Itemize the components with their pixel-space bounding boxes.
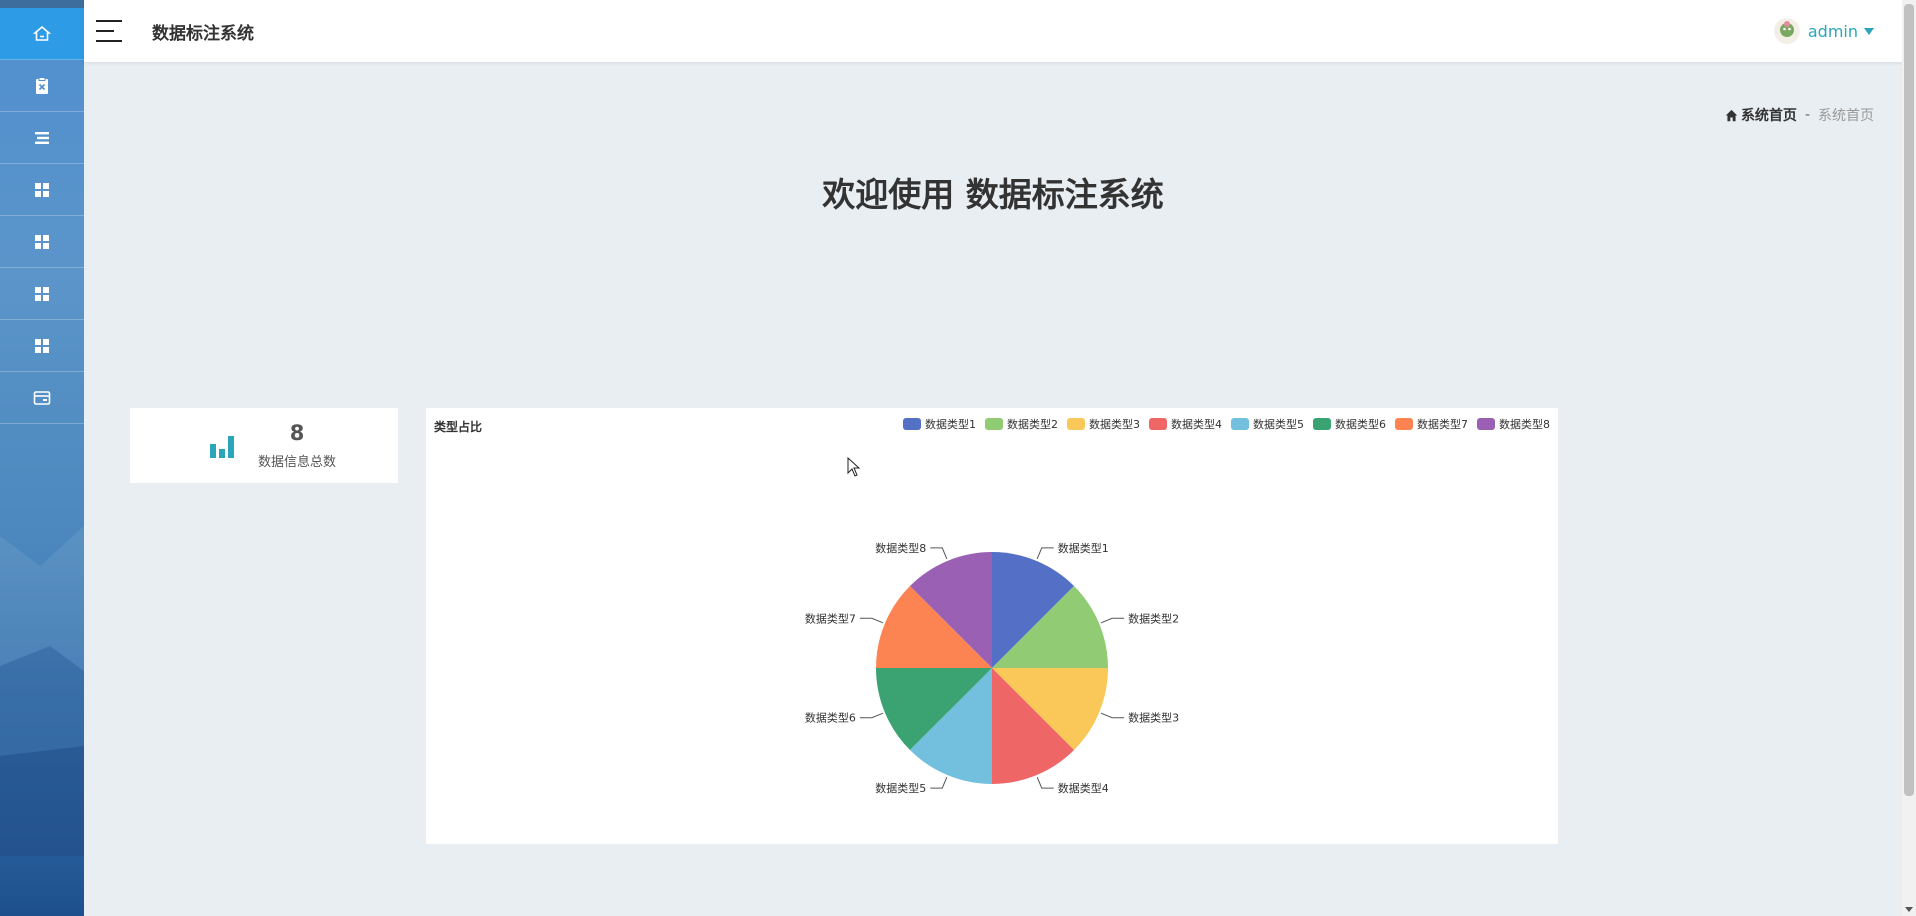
sidebar-item-2[interactable]	[0, 60, 84, 112]
vertical-scrollbar[interactable]	[1902, 0, 1916, 916]
sidebar-item-6[interactable]	[0, 268, 84, 320]
pie-label-line	[1036, 547, 1054, 560]
pie-label: 数据类型8	[875, 541, 926, 555]
mouse-cursor-icon	[847, 457, 861, 477]
breadcrumb: 系统首页 - 系统首页	[1725, 105, 1874, 125]
bar-chart-icon	[210, 435, 234, 458]
pie-label: 数据类型3	[1128, 711, 1179, 725]
breadcrumb-separator: -	[1804, 107, 1810, 123]
breadcrumb-home-label: 系统首页	[1740, 108, 1797, 124]
stat-card: 8 数据信息总数	[130, 408, 398, 483]
list-icon	[35, 131, 49, 144]
pie-label: 数据类型6	[805, 711, 856, 725]
home-icon	[32, 25, 52, 41]
page-title: 欢迎使用 数据标注系统	[822, 175, 1164, 214]
clipboard-icon	[36, 76, 48, 94]
sidebar-item-1[interactable]	[0, 0, 84, 60]
chart-card: 类型占比 数据类型1 数据类型2 数据类型3 数据类型4 数据类型5 数据类型6 数据类型7…	[426, 408, 1558, 844]
stat-text: 8 数据信息总数	[258, 421, 336, 470]
pie-label-line	[930, 547, 948, 560]
pie-label-line	[1036, 776, 1054, 789]
grid-icon	[35, 234, 49, 249]
sidebar-item-7[interactable]	[0, 320, 84, 372]
grid-icon	[35, 338, 49, 353]
pie-label-line	[1100, 712, 1125, 719]
pie-label-line	[859, 712, 884, 719]
breadcrumb-home-link[interactable]: 系统首页	[1725, 105, 1797, 125]
pie-label: 数据类型1	[1058, 541, 1109, 555]
wallet-icon	[33, 390, 51, 405]
pie-label: 数据类型2	[1128, 611, 1179, 625]
stat-label: 数据信息总数	[258, 455, 337, 470]
top-header: 数据标注系统 admin	[84, 0, 1916, 62]
avatar	[1773, 18, 1800, 44]
sidebar-item-5[interactable]	[0, 216, 84, 268]
sidebar	[0, 0, 84, 916]
breadcrumb-current: 系统首页	[1818, 108, 1874, 124]
pie-label-line	[859, 617, 884, 624]
pie-chart: 数据类型1 数据类型2 数据类型3 数据类型4 数据类型5 数据类型6 数据类型7 数据类型8	[805, 541, 1179, 795]
pie-label: 数据类型4	[1058, 781, 1109, 795]
stat-value: 8	[289, 421, 305, 445]
grid-icon	[35, 182, 49, 197]
sidebar-item-8[interactable]	[0, 372, 84, 424]
pie-label: 数据类型7	[805, 611, 856, 625]
mountain-background-decoration	[0, 526, 84, 856]
menu-toggle-icon[interactable]	[96, 20, 122, 42]
scrollbar-thumb[interactable]	[1904, 4, 1914, 796]
app-title: 数据标注系统	[152, 23, 254, 44]
grid-icon	[35, 286, 49, 301]
pie-label-line	[930, 776, 948, 789]
sidebar-item-4[interactable]	[0, 164, 84, 216]
pie-label-line	[1100, 617, 1125, 624]
home-icon	[1725, 109, 1738, 121]
sidebar-item-3[interactable]	[0, 112, 84, 164]
username: admin	[1807, 21, 1858, 41]
user-menu[interactable]: admin	[1773, 18, 1874, 44]
pie-label: 数据类型5	[875, 781, 926, 795]
chevron-down-icon	[1864, 27, 1874, 35]
scroll-down-arrow-icon[interactable]	[1905, 907, 1913, 912]
